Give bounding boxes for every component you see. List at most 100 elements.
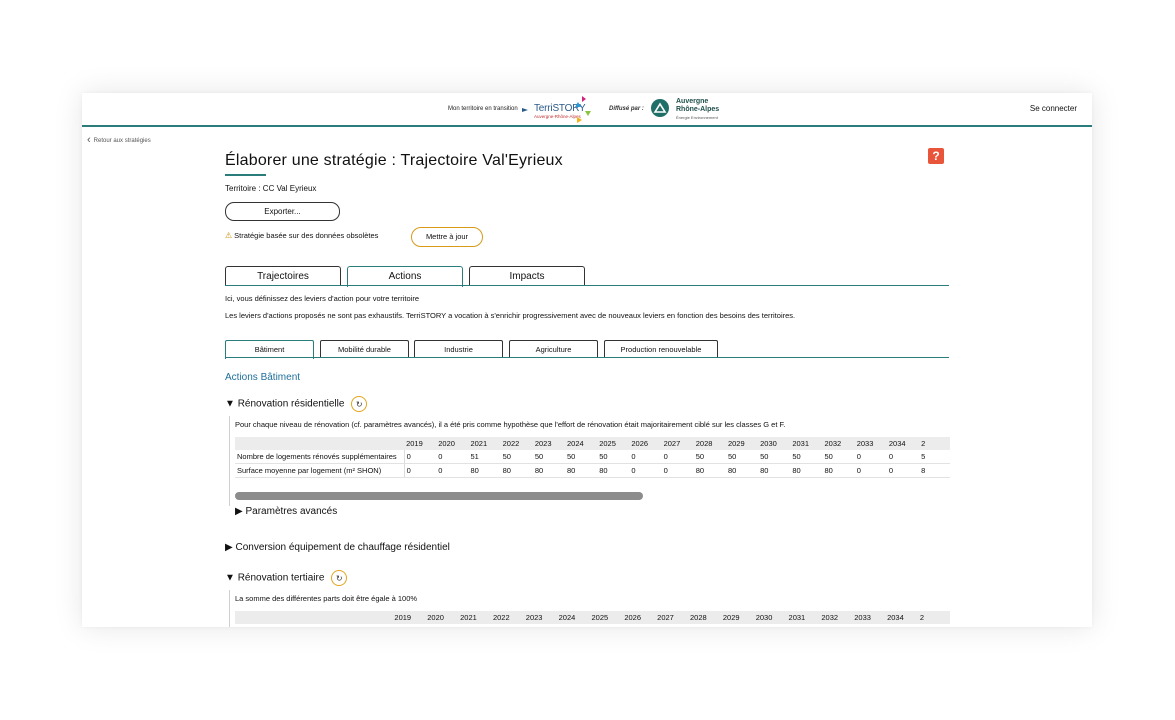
- year-header: 2031: [790, 437, 823, 450]
- year-header: 2034: [885, 611, 918, 624]
- subtab-production[interactable]: Production renouvelable: [604, 340, 718, 358]
- table-cell-input[interactable]: 0: [886, 463, 920, 478]
- year-header: 2030: [758, 437, 791, 450]
- table-cell-input[interactable]: 51: [468, 450, 501, 464]
- year-header: 2029: [720, 611, 754, 624]
- year-header: 2032: [819, 611, 853, 624]
- subtab-agriculture[interactable]: Agriculture: [509, 340, 598, 358]
- year-header: 2023: [532, 437, 566, 450]
- back-link-label: Retour aux stratégies: [93, 138, 151, 144]
- table-cell-input[interactable]: 80: [468, 463, 501, 478]
- warning-icon: ⚠: [225, 231, 233, 240]
- caret-right-icon: ▶: [235, 506, 243, 517]
- table-row: Surface moyenne par logement (m² SHON) 0…: [235, 463, 950, 478]
- tertiaire-note: La somme des différentes parts doit être…: [235, 594, 418, 603]
- logo-confetti-icon: [582, 96, 586, 102]
- table-cell-input[interactable]: 0: [629, 450, 662, 464]
- toggle-advanced-params[interactable]: ▶ Paramètres avancés: [235, 506, 337, 517]
- tagline: Mon territoire en transition: [448, 106, 518, 112]
- renovation-table-grid: 2019 2020 2021 2022 2023 2024 2025 2026 …: [235, 437, 950, 478]
- table-cell-input[interactable]: 50: [725, 450, 759, 464]
- year-header: 2028: [693, 437, 726, 450]
- year-header: 2032: [822, 437, 855, 450]
- logo-confetti-icon: [575, 102, 581, 107]
- year-header: 2034: [886, 437, 920, 450]
- login-link[interactable]: Se connecter: [1030, 104, 1077, 113]
- toggle-conversion-chauffage[interactable]: ▶ Conversion équipement de chauffage rés…: [225, 542, 450, 553]
- help-button[interactable]: ?: [928, 148, 944, 164]
- renovation-tertiaire-label: Rénovation tertiaire: [237, 572, 325, 584]
- reset-icon[interactable]: ↻: [351, 396, 368, 412]
- table-cell-input[interactable]: 80: [500, 463, 533, 478]
- page-title: Élaborer une stratégie : Trajectoire Val…: [225, 152, 563, 169]
- table-cell-input[interactable]: 0: [404, 450, 437, 464]
- year-header: 2028: [688, 611, 721, 624]
- intro-line-2: Les leviers d'actions proposés ne sont p…: [225, 311, 796, 320]
- table-cell-input[interactable]: 50: [822, 450, 855, 464]
- table-cell-input[interactable]: 50: [500, 450, 533, 464]
- table-cell-input[interactable]: 80: [725, 463, 759, 478]
- tab-trajectoires[interactable]: Trajectoires: [225, 266, 341, 286]
- year-header: 2020: [425, 611, 459, 624]
- caret-right-icon: ▶: [225, 542, 233, 553]
- section-indent-bar: [229, 416, 230, 506]
- row-label: Nombre de logements rénovés supplémentai…: [235, 450, 405, 464]
- year-header: 2022: [490, 611, 524, 624]
- table-cell-input[interactable]: 0: [661, 463, 694, 478]
- year-header: 2027: [661, 437, 694, 450]
- tab-actions[interactable]: Actions: [347, 266, 463, 287]
- renovation-residentielle-label: Rénovation résidentielle: [237, 398, 345, 410]
- subtab-industrie[interactable]: Industrie: [414, 340, 503, 358]
- table-scrollbar[interactable]: [235, 492, 643, 500]
- renovation-table: 2019 2020 2021 2022 2023 2024 2025 2026 …: [235, 437, 950, 478]
- tabs-divider: [225, 285, 949, 286]
- table-cell-input[interactable]: 50: [790, 450, 823, 464]
- partner-name-line-1: Auvergne: [676, 98, 709, 105]
- year-header: 2019: [392, 611, 426, 624]
- reset-icon[interactable]: ↻: [331, 570, 348, 586]
- back-link[interactable]: ‹ Retour aux stratégies: [87, 134, 151, 146]
- partner-logo-icon: [651, 99, 669, 117]
- table-row: Nombre de logements rénovés supplémentai…: [235, 450, 950, 464]
- section-title: Actions Bâtiment: [225, 372, 301, 383]
- year-header: 2023: [523, 611, 557, 624]
- table-cell-input[interactable]: 50: [532, 450, 566, 464]
- table-cell-input[interactable]: 50: [758, 450, 791, 464]
- tab-impacts[interactable]: Impacts: [469, 266, 585, 286]
- table-cell-input[interactable]: 5: [919, 450, 950, 464]
- toggle-renovation-tertiaire[interactable]: ▼ Rénovation tertiaire ↻: [225, 570, 348, 586]
- diffuse-label: Diffusé par :: [609, 106, 644, 112]
- table-cell-input[interactable]: 80: [822, 463, 855, 478]
- table-cell-input[interactable]: 0: [436, 450, 469, 464]
- table-cell-input[interactable]: 80: [532, 463, 566, 478]
- table-cell-input[interactable]: 8: [919, 463, 950, 478]
- table-cell-input[interactable]: 50: [597, 450, 630, 464]
- table-cell-input[interactable]: 80: [758, 463, 791, 478]
- table-cell-input[interactable]: 50: [693, 450, 726, 464]
- table-cell-input[interactable]: 0: [854, 463, 887, 478]
- table-cell-input[interactable]: 80: [597, 463, 630, 478]
- subtab-mobilite[interactable]: Mobilité durable: [320, 340, 409, 358]
- territory-label: Territoire : CC Val Eyrieux: [225, 184, 317, 193]
- table-cell-input[interactable]: 0: [629, 463, 662, 478]
- update-button[interactable]: Mettre à jour: [411, 227, 483, 247]
- table-cell-input[interactable]: 50: [565, 450, 598, 464]
- table-cell-input[interactable]: 0: [854, 450, 887, 464]
- renovation-note: Pour chaque niveau de rénovation (cf. pa…: [235, 420, 786, 429]
- year-header: 2020: [436, 437, 469, 450]
- obsolete-warning: ⚠ Stratégie basée sur des données obsolèt…: [225, 231, 378, 240]
- export-button[interactable]: Exporter...: [225, 202, 340, 221]
- table-header-row: 2019 2020 2021 2022 2023 2024 2025 2026 …: [235, 611, 950, 624]
- table-cell-input[interactable]: 0: [886, 450, 920, 464]
- toggle-renovation-residentielle[interactable]: ▼ Rénovation résidentielle ↻: [225, 396, 368, 412]
- table-cell-input[interactable]: 80: [565, 463, 598, 478]
- year-header: 2027: [655, 611, 689, 624]
- table-cell-input[interactable]: 80: [790, 463, 823, 478]
- year-header: 2021: [458, 611, 491, 624]
- table-cell-input[interactable]: 0: [661, 450, 694, 464]
- table-cell-input[interactable]: 0: [404, 463, 437, 478]
- table-header-row: 2019 2020 2021 2022 2023 2024 2025 2026 …: [235, 437, 950, 450]
- advanced-params-label: Paramètres avancés: [245, 506, 338, 517]
- table-cell-input[interactable]: 0: [436, 463, 469, 478]
- table-cell-input[interactable]: 80: [693, 463, 726, 478]
